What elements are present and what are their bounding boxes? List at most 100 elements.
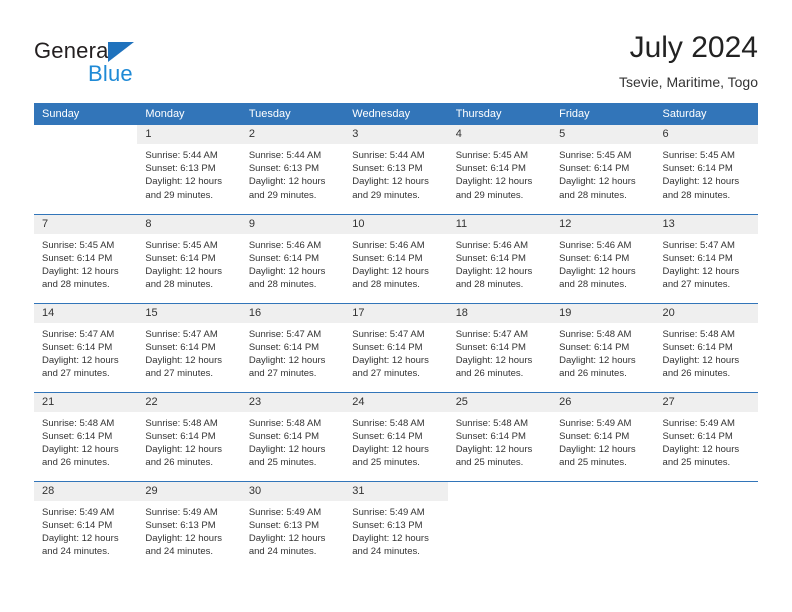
daylight-text-line2: and 27 minutes. [662,279,731,291]
calendar-week-row: 21 Sunrise: 5:48 AM Sunset: 6:14 PM Dayligh… [34,391,758,481]
sunset-text: Sunset: 6:14 PM [248,252,320,264]
sunrise-text: Sunrise: 5:48 AM [145,417,218,429]
calendar-day-cell[interactable]: 26 Sunrise: 5:49 AM Sunset: 6:14 PM Dayligh… [551,391,655,481]
calendar-day-cell[interactable]: 6 Sunrise: 5:45 AM Sunset: 6:14 PM Daylight… [654,125,758,214]
daylight-text-line1: Daylight: 12 hours [42,443,119,455]
daylight-text-line1: Daylight: 12 hours [559,443,636,455]
daylight-text-line1: Daylight: 12 hours [248,443,326,455]
day-details: Sunrise: 5:44 AM Sunset: 6:13 PM Daylight:… [344,144,447,202]
calendar-day-cell[interactable]: 31 Sunrise: 5:49 AM Sunset: 6:13 PM Dayligh… [344,480,448,570]
logo-text-blue: Blue [88,61,133,86]
daylight-text-line2: and 27 minutes. [248,368,317,380]
calendar-day-cell[interactable]: 18 Sunrise: 5:47 AM Sunset: 6:14 PM Dayligh… [447,302,552,392]
weekday-header-tuesday: Tuesday [240,103,345,125]
calendar-day-cell[interactable]: 4 Sunrise: 5:45 AM Sunset: 6:14 PM Daylight… [447,125,552,214]
calendar-day-cell[interactable]: 22 Sunrise: 5:48 AM Sunset: 6:14 PM Dayligh… [137,391,241,481]
calendar-day-cell[interactable]: 29 Sunrise: 5:49 AM Sunset: 6:13 PM Dayligh… [137,480,241,570]
calendar-day-cell[interactable]: 16 Sunrise: 5:47 AM Sunset: 6:14 PM Dayligh… [240,302,345,392]
calendar-day-cell[interactable]: 30 Sunrise: 5:49 AM Sunset: 6:13 PM Dayligh… [240,480,345,570]
calendar-day-cell[interactable]: 2 Sunrise: 5:44 AM Sunset: 6:13 PM Daylight… [240,125,345,214]
sunrise-text: Sunrise: 5:48 AM [42,417,115,429]
daylight-text-line2: and 28 minutes. [248,279,317,291]
calendar-day-cell[interactable]: 9 Sunrise: 5:46 AM Sunset: 6:14 PM Daylight… [240,213,345,303]
sunset-text: Sunset: 6:14 PM [455,163,526,175]
weekday-header-monday: Monday [137,103,241,125]
calendar-day-cell[interactable]: 3 Sunrise: 5:44 AM Sunset: 6:13 PM Daylight… [344,125,448,214]
sunrise-text: Sunrise: 5:46 AM [248,239,322,251]
day-number: 1 [137,125,241,144]
day-details: Sunrise: 5:44 AM Sunset: 6:13 PM Daylight:… [137,144,240,202]
sunset-text: Sunset: 6:14 PM [455,252,526,264]
day-number [551,481,655,501]
calendar-day-cell[interactable]: 12 Sunrise: 5:46 AM Sunset: 6:14 PM Dayligh… [551,213,655,303]
day-number: 11 [447,214,552,234]
day-number [654,481,758,501]
daylight-text-line2: and 24 minutes. [248,546,317,558]
day-number: 9 [240,214,345,234]
daylight-text-line1: Daylight: 12 hours [42,265,119,277]
triangle-icon [108,42,134,62]
day-number: 10 [344,214,448,234]
calendar-day-cell[interactable]: 24 Sunrise: 5:48 AM Sunset: 6:14 PM Dayligh… [344,391,448,481]
daylight-text-line1: Daylight: 12 hours [559,354,636,366]
calendar-day-cell[interactable]: 20 Sunrise: 5:48 AM Sunset: 6:14 PM Dayligh… [654,302,758,392]
daylight-text-line1: Daylight: 12 hours [559,176,636,188]
day-details: Sunrise: 5:48 AM Sunset: 6:14 PM Daylight:… [137,412,240,470]
day-number: 26 [551,392,655,412]
daylight-text-line1: Daylight: 12 hours [145,443,222,455]
calendar-day-cell[interactable]: 21 Sunrise: 5:48 AM Sunset: 6:14 PM Dayligh… [34,391,138,481]
calendar-day-cell[interactable]: 15 Sunrise: 5:47 AM Sunset: 6:14 PM Dayligh… [137,302,241,392]
daylight-text-line1: Daylight: 12 hours [145,532,222,544]
day-details: Sunrise: 5:45 AM Sunset: 6:14 PM Daylight:… [655,144,758,202]
sunrise-text: Sunrise: 5:49 AM [42,506,115,518]
daylight-text-line2: and 26 minutes. [455,368,524,380]
calendar-day-cell[interactable]: 25 Sunrise: 5:48 AM Sunset: 6:14 PM Dayligh… [447,391,552,481]
calendar-day-cell[interactable]: 28 Sunrise: 5:49 AM Sunset: 6:14 PM Dayligh… [34,480,138,570]
calendar-day-cell[interactable]: 13 Sunrise: 5:47 AM Sunset: 6:14 PM Dayligh… [654,213,758,303]
daylight-text-line2: and 25 minutes. [559,457,627,469]
sunset-text: Sunset: 6:14 PM [42,519,113,531]
daylight-text-line1: Daylight: 12 hours [248,532,326,544]
generalblue-logo[interactable]: General Blue [34,38,174,86]
daylight-text-line2: and 26 minutes. [145,457,214,469]
calendar-day-cell[interactable]: 8 Sunrise: 5:45 AM Sunset: 6:14 PM Daylight… [137,213,241,303]
sunset-text: Sunset: 6:14 PM [42,341,113,353]
daylight-text-line1: Daylight: 12 hours [248,354,326,366]
calendar-table: Sunday Monday Tuesday Wednesday Thursday… [34,103,758,570]
day-details: Sunrise: 5:48 AM Sunset: 6:14 PM Daylight:… [551,323,654,381]
day-details: Sunrise: 5:47 AM Sunset: 6:14 PM Daylight:… [448,323,551,381]
calendar-week-row: 1 Sunrise: 5:44 AM Sunset: 6:13 PM Daylight… [34,125,758,214]
daylight-text-line2: and 25 minutes. [352,457,420,469]
day-details: Sunrise: 5:49 AM Sunset: 6:13 PM Daylight:… [137,501,240,559]
sunrise-text: Sunrise: 5:45 AM [145,239,218,251]
calendar-day-cell[interactable]: 1 Sunrise: 5:44 AM Sunset: 6:13 PM Daylight… [137,125,241,214]
calendar-day-cell[interactable]: 10 Sunrise: 5:46 AM Sunset: 6:14 PM Dayligh… [344,213,448,303]
calendar-day-cell[interactable]: 23 Sunrise: 5:48 AM Sunset: 6:14 PM Dayligh… [240,391,345,481]
calendar-day-cell[interactable]: 19 Sunrise: 5:48 AM Sunset: 6:14 PM Dayligh… [551,302,655,392]
sunrise-text: Sunrise: 5:47 AM [455,328,529,340]
day-number: 15 [137,303,241,323]
sunset-text: Sunset: 6:13 PM [145,163,216,175]
calendar-day-cell[interactable]: 11 Sunrise: 5:46 AM Sunset: 6:14 PM Dayligh… [447,213,552,303]
calendar-day-cell[interactable]: 17 Sunrise: 5:47 AM Sunset: 6:14 PM Dayligh… [344,302,448,392]
calendar-day-cell[interactable]: 7 Sunrise: 5:45 AM Sunset: 6:14 PM Daylight… [34,213,138,303]
day-details: Sunrise: 5:45 AM Sunset: 6:14 PM Daylight:… [34,234,137,292]
calendar-day-cell[interactable]: 5 Sunrise: 5:45 AM Sunset: 6:14 PM Daylight… [551,125,655,214]
sunrise-text: Sunrise: 5:48 AM [455,417,529,429]
sunset-text: Sunset: 6:13 PM [248,519,320,531]
day-details: Sunrise: 5:47 AM Sunset: 6:14 PM Daylight:… [655,234,758,292]
daylight-text-line1: Daylight: 12 hours [662,443,740,455]
daylight-text-line2: and 24 minutes. [145,546,214,558]
day-number: 29 [137,481,241,501]
weekday-header-sunday: Sunday [34,103,138,125]
day-number: 13 [654,214,758,234]
day-details: Sunrise: 5:44 AM Sunset: 6:13 PM Daylight:… [241,144,344,202]
daylight-text-line1: Daylight: 12 hours [248,265,326,277]
day-details: Sunrise: 5:48 AM Sunset: 6:14 PM Daylight:… [34,412,137,470]
calendar-day-cell[interactable]: 27 Sunrise: 5:49 AM Sunset: 6:14 PM Dayligh… [654,391,758,481]
day-number: 30 [240,481,345,501]
weekday-header-thursday: Thursday [447,103,552,125]
calendar-day-cell[interactable]: 14 Sunrise: 5:47 AM Sunset: 6:14 PM Dayligh… [34,302,138,392]
calendar-empty-cell [34,125,138,214]
sunrise-text: Sunrise: 5:47 AM [248,328,322,340]
